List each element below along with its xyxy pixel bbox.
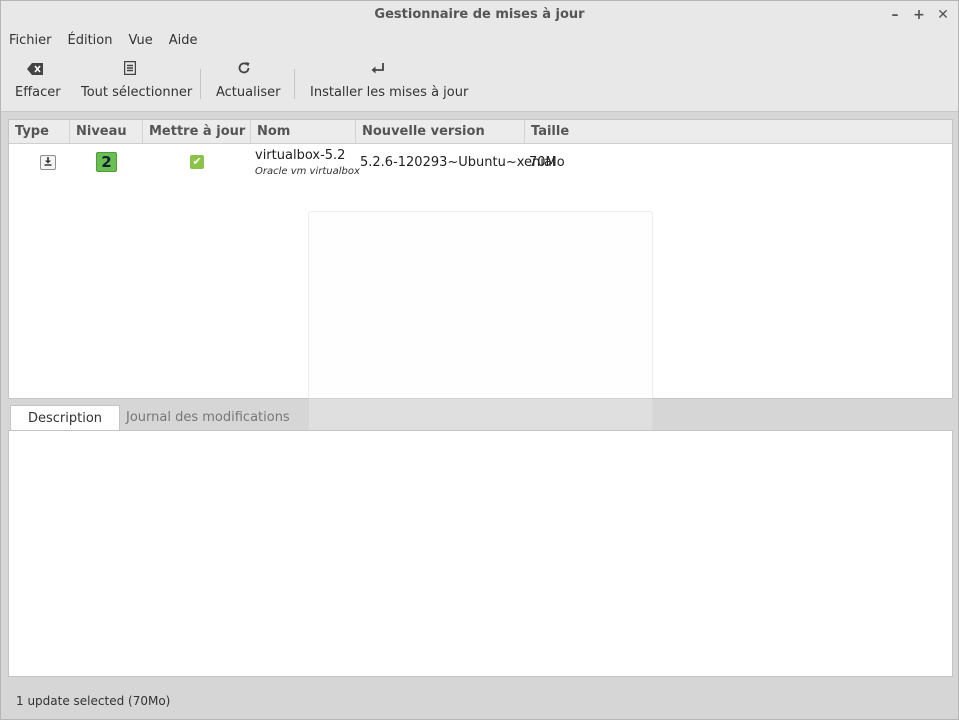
toolbar-separator xyxy=(294,69,295,99)
menu-edition[interactable]: Édition xyxy=(60,29,121,53)
menu-vue[interactable]: Vue xyxy=(120,29,160,53)
description-panel xyxy=(8,430,953,677)
maximize-button[interactable]: + xyxy=(912,8,926,22)
table-row[interactable]: 2 ✔ virtualbox-5.2 Oracle vm virtualbox … xyxy=(9,144,952,182)
level-badge: 2 xyxy=(96,152,117,172)
update-checkbox[interactable]: ✔ xyxy=(190,155,204,169)
document-icon xyxy=(81,60,178,81)
tab-changelog[interactable]: Journal des modifications xyxy=(109,405,307,432)
menu-bar: Fichier Édition Vue Aide xyxy=(1,29,958,53)
new-version: 5.2.6-120293~Ubuntu~xenial xyxy=(360,155,556,170)
menu-aide[interactable]: Aide xyxy=(161,29,206,53)
minimize-button[interactable]: – xyxy=(888,8,902,22)
select-all-label: Tout sélectionner xyxy=(81,85,193,100)
window-controls: – + ✕ xyxy=(888,1,950,29)
column-header-name[interactable]: Nom xyxy=(251,120,356,144)
package-description: Oracle vm virtualbox xyxy=(255,166,360,177)
window-title: Gestionnaire de mises à jour xyxy=(374,7,585,22)
refresh-label: Actualiser xyxy=(216,85,281,100)
status-bar: 1 update selected (70Mo) xyxy=(16,694,171,708)
menu-fichier[interactable]: Fichier xyxy=(1,29,60,53)
tab-description[interactable]: Description xyxy=(10,405,121,432)
toolbar-separator xyxy=(200,69,201,99)
column-header-update[interactable]: Mettre à jour xyxy=(143,120,251,144)
enter-arrow-icon xyxy=(310,61,446,81)
table-header: Type Niveau Mettre à jour Nom Nouvelle v… xyxy=(9,120,952,144)
column-header-level[interactable]: Niveau xyxy=(70,120,143,144)
clear-button[interactable]: Effacer xyxy=(15,61,61,105)
package-update-icon xyxy=(40,155,56,170)
install-updates-button[interactable]: Installer les mises à jour xyxy=(310,61,469,105)
select-all-button[interactable]: Tout sélectionner xyxy=(81,60,193,105)
package-size: 70Mo xyxy=(529,155,565,170)
update-manager-window: Gestionnaire de mises à jour – + ✕ Fichi… xyxy=(0,0,959,720)
column-header-size[interactable]: Taille xyxy=(525,120,952,144)
column-header-new-version[interactable]: Nouvelle version xyxy=(356,120,525,144)
package-name: virtualbox-5.2 xyxy=(255,148,346,163)
title-bar: Gestionnaire de mises à jour – + ✕ xyxy=(1,1,958,29)
refresh-button[interactable]: Actualiser xyxy=(216,61,281,105)
backspace-icon xyxy=(15,61,55,81)
column-header-type[interactable]: Type xyxy=(9,120,70,144)
install-updates-label: Installer les mises à jour xyxy=(310,85,469,100)
close-button[interactable]: ✕ xyxy=(936,8,950,22)
toolbar: Effacer Tout sélectionner Actualiser Ins… xyxy=(1,53,958,112)
clear-label: Effacer xyxy=(15,85,61,100)
refresh-icon xyxy=(216,61,272,81)
